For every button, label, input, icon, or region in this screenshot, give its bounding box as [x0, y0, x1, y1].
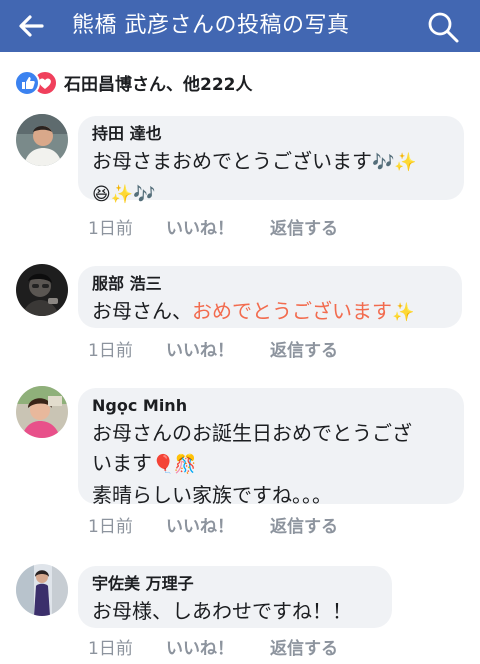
like-button[interactable]: いいね！: [166, 634, 270, 659]
avatar[interactable]: [16, 386, 68, 438]
comment-text-line: お母さんのお誕生日おめでとうござ: [92, 421, 412, 445]
page-title: 熊橋 武彦さんの投稿の写真: [72, 13, 350, 38]
comment-actions: 1日前 いいね！ 返信する: [88, 214, 338, 239]
comment-text: お母さん、おめでとうございます✨: [92, 296, 448, 328]
comment-text-line: います: [92, 451, 152, 475]
comment-text-line: 素晴らしい家族ですね。。。: [92, 483, 332, 507]
like-button[interactable]: いいね！: [166, 214, 270, 239]
comment-text: お母さまおめでとうございます🎶✨ 😆✨🎶: [92, 146, 450, 210]
comment-emoji: ✨: [392, 302, 415, 323]
commenter-name[interactable]: Ngọc Minh: [92, 394, 450, 418]
comment-timestamp[interactable]: 1日前: [88, 512, 166, 537]
comment-actions: 1日前 いいね！ 返信する: [88, 336, 338, 361]
avatar[interactable]: [16, 114, 68, 166]
like-reaction-icon: [14, 70, 40, 96]
reply-button[interactable]: 返信する: [270, 634, 338, 659]
comment-actions: 1日前 いいね！ 返信する: [88, 512, 338, 537]
comment-text-line: お母さまおめでとうございます: [92, 149, 372, 173]
reply-button[interactable]: 返信する: [270, 336, 338, 361]
comment-bubble: 服部 浩三 お母さん、おめでとうございます✨: [78, 266, 462, 328]
search-icon[interactable]: [426, 10, 460, 44]
reply-button[interactable]: 返信する: [270, 512, 338, 537]
comment-text-line: お母様、しあわせですね！！: [92, 599, 352, 623]
comment-text: お母様、しあわせですね！！: [92, 596, 378, 626]
comment-text-plain: お母さん、: [92, 299, 192, 323]
comment-text: お母さんのお誕生日おめでとうござ います🎈🎊 素晴らしい家族ですね。。。: [92, 418, 450, 510]
comment-text-highlight: おめでとうございます: [192, 299, 392, 323]
comment-emoji: 😆✨🎶: [92, 184, 156, 205]
reaction-summary-text: 石田昌博さん、他222人: [64, 74, 253, 95]
back-arrow-icon[interactable]: [16, 12, 46, 40]
comment-emoji: 🎶✨: [372, 152, 417, 173]
like-button[interactable]: いいね！: [166, 336, 270, 361]
comment-actions: 1日前 いいね！ 返信する: [88, 634, 338, 659]
comment-bubble: 持田 達也 お母さまおめでとうございます🎶✨ 😆✨🎶: [78, 116, 464, 205]
reply-button[interactable]: 返信する: [270, 214, 338, 239]
comment-timestamp[interactable]: 1日前: [88, 336, 166, 361]
top-bar: 熊橋 武彦さんの投稿の写真: [0, 0, 480, 52]
comment-emoji: 🎈🎊: [152, 454, 197, 475]
commenter-name[interactable]: 持田 達也: [92, 122, 450, 146]
comment-timestamp[interactable]: 1日前: [88, 214, 166, 239]
reactions-summary[interactable]: 石田昌博さん、他222人: [14, 66, 253, 98]
avatar[interactable]: [16, 264, 68, 316]
reaction-icons: [14, 70, 58, 96]
comment-bubble: 宇佐美 万理子 お母様、しあわせですね！！: [78, 566, 392, 628]
commenter-name[interactable]: 宇佐美 万理子: [92, 572, 378, 596]
comment-timestamp[interactable]: 1日前: [88, 634, 166, 659]
comment-bubble: Ngọc Minh お母さんのお誕生日おめでとうござ います🎈🎊 素晴らしい家族…: [78, 388, 464, 507]
like-button[interactable]: いいね！: [166, 512, 270, 537]
commenter-name[interactable]: 服部 浩三: [92, 272, 448, 296]
avatar[interactable]: [16, 564, 68, 616]
